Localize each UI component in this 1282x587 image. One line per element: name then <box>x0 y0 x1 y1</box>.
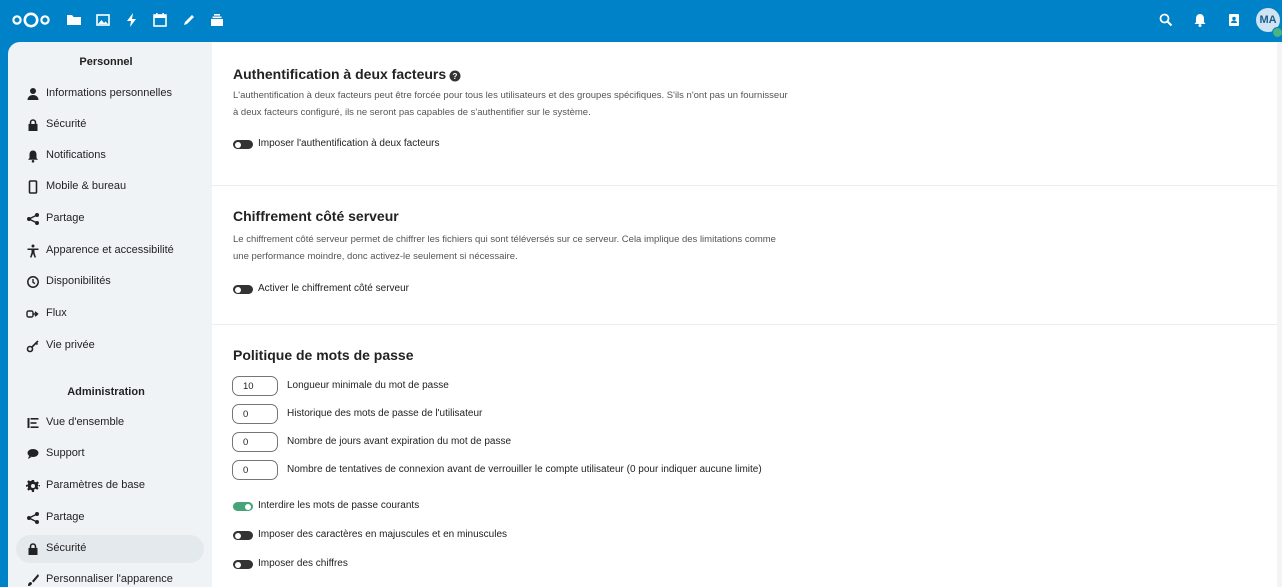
twofa-title: Authentification à deux facteurs <box>233 66 447 82</box>
sidebar-item-theming[interactable]: Personnaliser l'apparence <box>16 566 204 587</box>
expiration-days-label: Nombre de jours avant expiration du mot … <box>287 436 512 447</box>
photos-icon[interactable] <box>95 12 111 28</box>
enforce-twofa-toggle[interactable] <box>233 140 253 149</box>
expiration-days-input[interactable]: 0 <box>232 432 278 452</box>
sidebar-item-label: Informations personnelles <box>46 87 172 99</box>
gear-icon <box>26 479 40 493</box>
sidebar-item-flow[interactable]: Flux <box>16 300 204 328</box>
sidebar-item-notifications[interactable]: Notifications <box>16 142 204 170</box>
enable-encryption-label[interactable]: Activer le chiffrement côté serveur <box>258 283 409 294</box>
sidebar-item-security-personal[interactable]: Sécurité <box>16 111 204 139</box>
enforce-numbers-toggle[interactable] <box>233 560 253 569</box>
section-divider <box>212 324 1282 325</box>
encryption-description: Le chiffrement côté serveur permet de ch… <box>233 231 873 265</box>
forbid-common-passwords-label[interactable]: Interdire les mots de passe courants <box>258 500 419 511</box>
search-icon[interactable] <box>1158 12 1174 28</box>
bell-icon[interactable] <box>1192 12 1208 28</box>
sidebar-item-sharing-personal[interactable]: Partage <box>16 205 204 233</box>
sidebar-item-basic-settings[interactable]: Paramètres de base <box>16 472 204 500</box>
twofa-desc-line2: à deux facteurs configuré, ils ne seront… <box>233 107 591 118</box>
sidebar-item-label: Apparence et accessibilité <box>46 244 174 256</box>
share-icon <box>26 212 40 226</box>
chat-icon <box>26 447 40 461</box>
section-divider <box>212 185 1282 186</box>
enforce-numbers-label[interactable]: Imposer des chiffres <box>258 558 348 569</box>
svg-text:?: ? <box>453 72 458 81</box>
max-attempts-label: Nombre de tentatives de connexion avant … <box>287 464 762 475</box>
deck-icon[interactable] <box>209 12 225 28</box>
status-online-badge <box>1272 27 1282 38</box>
enable-encryption-toggle[interactable] <box>233 285 253 294</box>
sidebar-item-appearance-accessibility[interactable]: Apparence et accessibilité <box>16 237 204 265</box>
enforce-twofa-label[interactable]: Imposer l'authentification à deux facteu… <box>258 138 439 149</box>
sidebar-item-label: Vie privée <box>46 339 95 351</box>
min-length-input[interactable]: 10 <box>232 376 278 396</box>
lock-icon <box>26 542 40 556</box>
clock-icon <box>26 275 40 289</box>
list-icon <box>26 416 40 430</box>
activity-icon[interactable] <box>124 12 140 28</box>
sidebar-item-label: Disponibilités <box>46 275 111 287</box>
security-settings-content: Authentification à deux facteurs ? L'aut… <box>212 42 1282 587</box>
accessibility-icon <box>26 244 40 258</box>
lock-icon <box>26 118 40 132</box>
sidebar-item-label: Vue d'ensemble <box>46 416 125 428</box>
sidebar-item-sharing-admin[interactable]: Partage <box>16 504 204 532</box>
twofa-desc-line1: L'authentification à deux facteurs peut … <box>233 90 788 101</box>
notes-icon[interactable] <box>181 12 197 28</box>
enforce-upper-lower-toggle[interactable] <box>233 531 253 540</box>
brush-icon <box>26 573 40 587</box>
phone-icon <box>26 180 40 194</box>
key-icon <box>26 339 40 353</box>
sidebar-item-label: Sécurité <box>46 542 87 554</box>
help-icon[interactable]: ? <box>449 69 461 82</box>
enforce-upper-lower-label[interactable]: Imposer des caractères en majuscules et … <box>258 529 507 540</box>
encryption-desc-line1: Le chiffrement côté serveur permet de ch… <box>233 234 776 245</box>
sidebar-item-label: Partage <box>46 511 85 523</box>
sidebar-item-availability[interactable]: Disponibilités <box>16 268 204 296</box>
password-policy-title: Politique de mots de passe <box>233 347 414 363</box>
sidebar-item-privacy[interactable]: Vie privée <box>16 332 204 360</box>
sidebar-item-label: Paramètres de base <box>46 479 146 491</box>
contacts-icon[interactable] <box>1226 12 1242 28</box>
sidebar-item-label: Flux <box>46 307 67 319</box>
sidebar-item-security-admin[interactable]: Sécurité <box>16 535 204 563</box>
sidebar-item-overview[interactable]: Vue d'ensemble <box>16 409 204 437</box>
history-label: Historique des mots de passe de l'utilis… <box>287 408 483 419</box>
sidebar-item-label: Personnaliser l'apparence <box>46 573 173 585</box>
top-bar: MA <box>0 0 1282 40</box>
share-icon <box>26 511 40 525</box>
bell-icon <box>26 149 40 163</box>
twofa-description: L'authentification à deux facteurs peut … <box>233 87 873 121</box>
sidebar-item-label: Mobile & bureau <box>46 180 127 192</box>
user-icon <box>26 87 40 101</box>
nextcloud-logo-icon[interactable] <box>12 11 50 29</box>
scrollbar[interactable] <box>1277 42 1282 587</box>
sidebar-item-label: Support <box>46 447 85 459</box>
files-icon[interactable] <box>66 12 82 28</box>
flow-icon <box>26 307 40 321</box>
personal-heading: Personnel <box>79 56 133 68</box>
sidebar-item-support[interactable]: Support <box>16 440 204 468</box>
calendar-icon[interactable] <box>152 12 168 28</box>
encryption-desc-line2: une performance moindre, donc activez-le… <box>233 251 518 262</box>
encryption-title: Chiffrement côté serveur <box>233 208 399 224</box>
sidebar-item-label: Notifications <box>46 149 106 161</box>
history-input[interactable]: 0 <box>232 404 278 424</box>
sidebar-item-label: Partage <box>46 212 85 224</box>
sidebar-item-mobile-desktop[interactable]: Mobile & bureau <box>16 173 204 201</box>
settings-sidebar: Personnel Informations personnelles Sécu… <box>8 42 212 587</box>
forbid-common-passwords-toggle[interactable] <box>233 502 253 511</box>
sidebar-item-personal-info[interactable]: Informations personnelles <box>16 80 204 108</box>
max-attempts-input[interactable]: 0 <box>232 460 278 480</box>
sidebar-item-label: Sécurité <box>46 118 87 130</box>
admin-heading: Administration <box>67 386 145 398</box>
min-length-label: Longueur minimale du mot de passe <box>287 380 449 391</box>
